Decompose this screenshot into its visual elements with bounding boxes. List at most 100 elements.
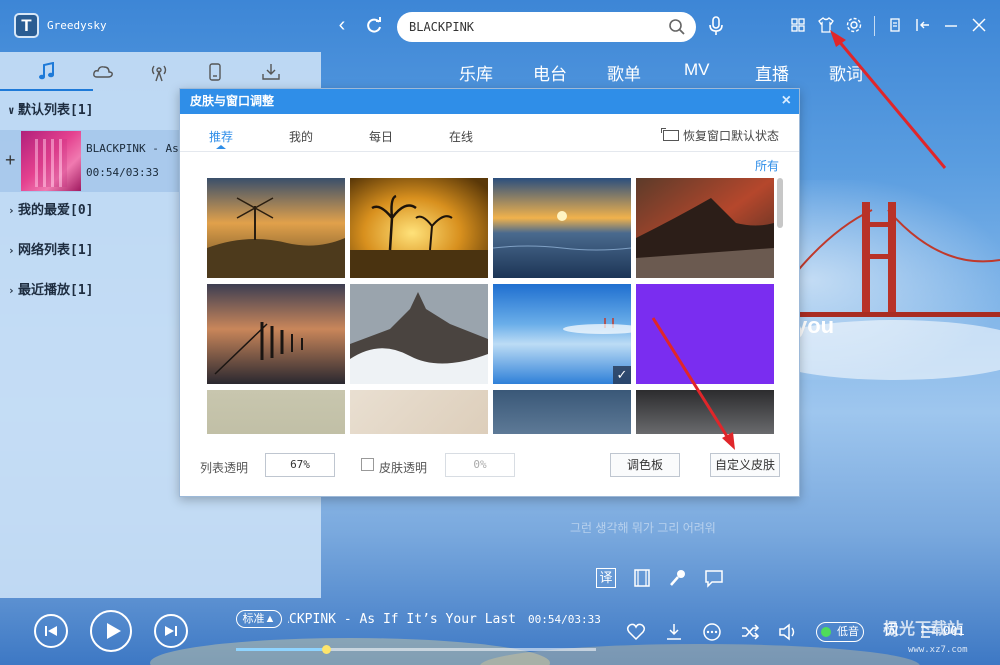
skin-grid: ✓ (207, 178, 774, 434)
quality-label: 标准 (242, 613, 265, 625)
minimize-icon[interactable] (942, 16, 960, 34)
back-icon[interactable]: ‹ (330, 14, 354, 38)
close-icon[interactable] (970, 16, 988, 34)
video-film-icon[interactable] (632, 568, 652, 588)
skin-thumbnail[interactable] (207, 178, 345, 278)
quality-selector[interactable]: 标准▲ (236, 610, 282, 628)
skin-transparency-label: 皮肤透明 (379, 461, 428, 475)
skin-thumbnail[interactable] (636, 390, 774, 434)
skin-thumbnail-purple[interactable] (636, 284, 774, 384)
more-options-icon[interactable] (702, 622, 722, 642)
nav-radio[interactable]: 电台 (533, 60, 567, 85)
progress-fill (236, 648, 326, 651)
restore-default-button[interactable]: 恢复窗口默认状态 (660, 127, 779, 144)
chevron-right-icon: › (8, 204, 15, 217)
skin-thumbnail[interactable] (493, 178, 631, 278)
site-watermark: 极光下载站 (883, 621, 964, 638)
play-button[interactable] (90, 610, 132, 652)
comment-icon[interactable] (704, 568, 724, 588)
app-logo: T (14, 13, 39, 38)
download-icon[interactable] (260, 62, 282, 82)
palette-button[interactable]: 调色板 (610, 453, 680, 477)
skin-grid-scrollbar[interactable] (777, 178, 783, 228)
title-bar-divider (874, 16, 875, 36)
bass-toggle[interactable]: 低音 (816, 622, 864, 642)
shuffle-icon[interactable] (740, 622, 760, 642)
song-title: BLACKPINK - As If It (86, 142, 178, 155)
tab-divider (180, 151, 799, 152)
translate-icon[interactable]: 译 (596, 568, 616, 588)
bridge-background-image (790, 202, 1000, 380)
dialog-title: 皮肤与窗口调整 (190, 94, 275, 108)
title-bar: T Greedysky ‹ BLACKPINK (0, 0, 1000, 52)
previous-button[interactable] (34, 614, 68, 648)
next-button[interactable] (154, 614, 188, 648)
tab-recommended[interactable]: 推荐 (209, 128, 233, 145)
add-icon[interactable]: + (5, 150, 16, 171)
play-icon (107, 623, 121, 639)
heart-icon[interactable] (626, 622, 646, 642)
cloud-icon[interactable] (92, 62, 114, 82)
nav-library[interactable]: 乐库 (459, 60, 493, 85)
device-icon[interactable] (204, 62, 226, 82)
progress-bar[interactable] (236, 645, 596, 654)
toggle-label: 低音 (837, 626, 859, 638)
microphone-icon[interactable] (707, 15, 725, 37)
dialog-close-icon[interactable]: × (782, 92, 791, 110)
previous-icon (45, 626, 57, 636)
collapse-panel-icon[interactable] (914, 16, 932, 34)
restore-window-icon (660, 128, 679, 141)
skin-thumbnail[interactable] (207, 390, 345, 434)
skin-thumbnail[interactable] (350, 178, 488, 278)
selected-check-icon: ✓ (613, 366, 631, 384)
skin-shirt-icon[interactable] (817, 16, 835, 34)
nav-live[interactable]: 直播 (755, 60, 789, 85)
apps-grid-icon[interactable] (789, 16, 807, 34)
nav-playlists[interactable]: 歌单 (607, 60, 641, 85)
skin-thumbnail[interactable] (207, 284, 345, 384)
skin-thumbnail-selected[interactable] (493, 284, 631, 384)
all-skins-link[interactable]: 所有 (755, 157, 779, 174)
restore-label: 恢复窗口默认状态 (682, 129, 779, 143)
background-lyric-fragment: you (795, 313, 835, 338)
custom-skin-button[interactable]: 自定义皮肤 (710, 453, 780, 477)
list-transparency-input[interactable]: 67% (265, 453, 335, 477)
search-box[interactable]: BLACKPINK (397, 12, 696, 42)
settings-gear-icon[interactable] (845, 16, 863, 34)
background-lyric-line: 그런 생각해 뭐가 그리 어려워 (570, 521, 716, 535)
skin-window-dialog: 皮肤与窗口调整 × 推荐 我的 每日 在线 恢复窗口默认状态 所有 ✓ 列表透明… (179, 88, 800, 497)
active-tab-caret (216, 145, 226, 149)
skin-transparency-input[interactable]: 0% (445, 453, 515, 477)
refresh-icon[interactable] (364, 16, 384, 36)
panel-tabs (0, 52, 321, 92)
microphone-karaoke-icon[interactable] (668, 568, 688, 588)
progress-handle[interactable] (322, 645, 331, 654)
toggle-indicator (821, 627, 831, 637)
skin-thumbnail[interactable] (350, 390, 488, 434)
group-label: 默认列表[1] (18, 103, 94, 118)
nav-lyrics[interactable]: 歌词 (829, 60, 863, 85)
skin-thumbnail[interactable] (493, 390, 631, 434)
search-input[interactable]: BLACKPINK (409, 20, 474, 34)
dialog-title-bar: 皮肤与窗口调整 × (180, 89, 799, 114)
chevron-right-icon: › (8, 284, 15, 297)
download-song-icon[interactable] (664, 622, 684, 642)
search-icon[interactable] (668, 18, 686, 36)
active-tab-indicator (0, 89, 93, 91)
album-cover (21, 131, 81, 191)
mini-mode-icon[interactable] (886, 16, 904, 34)
next-icon (165, 626, 177, 636)
nav-mv[interactable]: MV (684, 60, 710, 80)
tab-online[interactable]: 在线 (449, 128, 473, 145)
tab-daily[interactable]: 每日 (369, 128, 393, 145)
skin-transparency-checkbox[interactable] (361, 458, 374, 471)
radio-antenna-icon[interactable] (148, 62, 170, 82)
list-transparency-label: 列表透明 (200, 461, 249, 475)
tab-mine[interactable]: 我的 (289, 128, 313, 145)
group-label: 我的最爱[0] (18, 203, 94, 218)
now-playing-title: BLACKPINK - As If It’s Your Last (288, 612, 516, 627)
skin-thumbnail[interactable] (636, 178, 774, 278)
volume-icon[interactable] (778, 622, 798, 642)
music-note-icon[interactable] (36, 62, 58, 82)
skin-thumbnail[interactable] (350, 284, 488, 384)
